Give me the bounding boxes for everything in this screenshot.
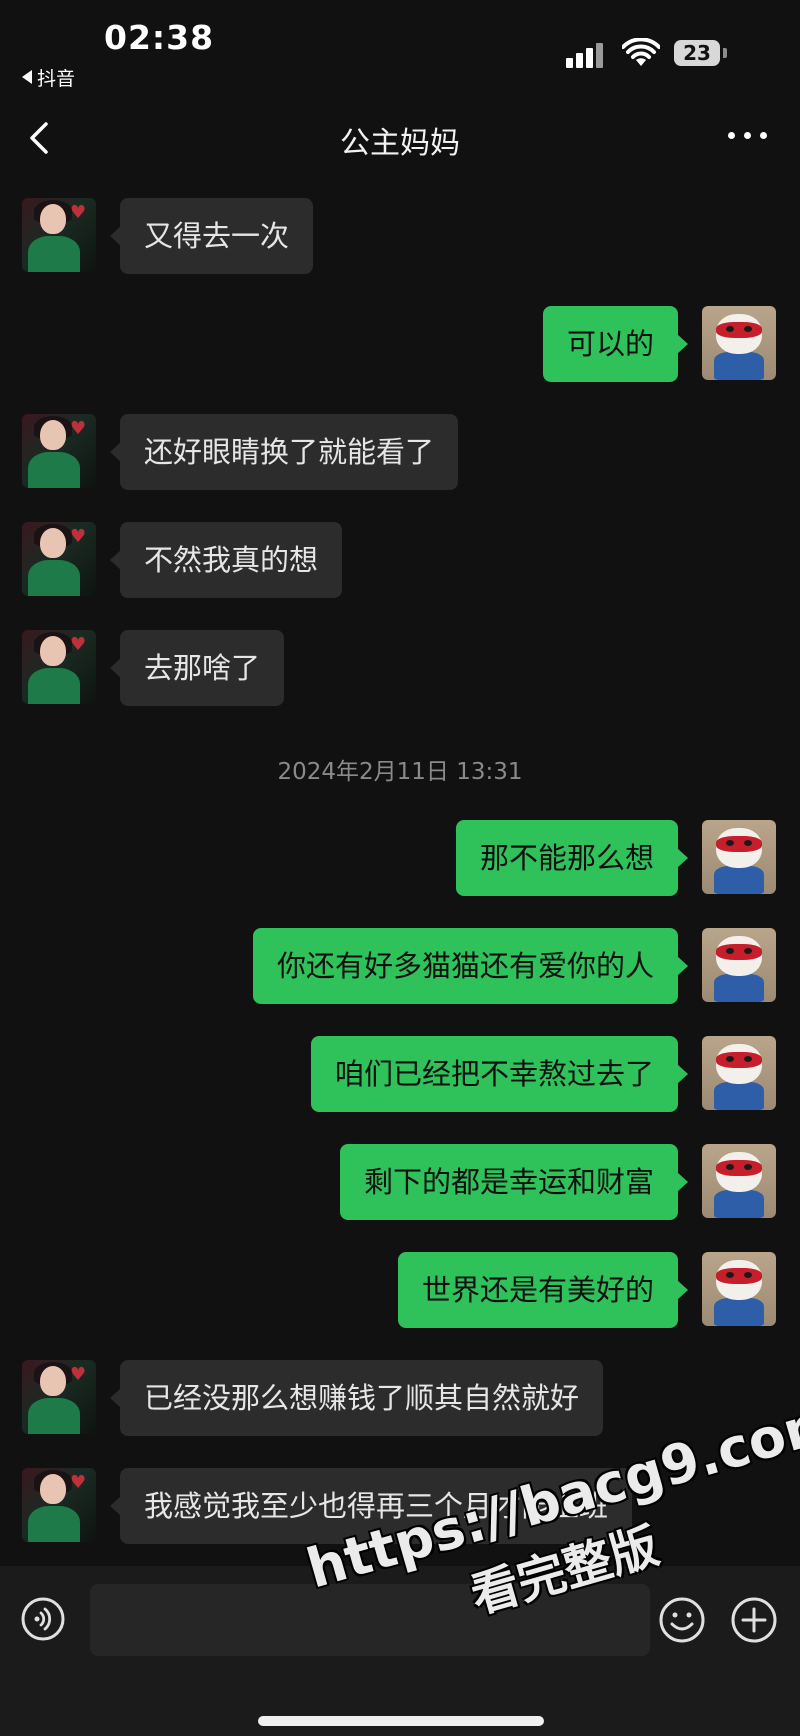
- outgoing-message-bubble[interactable]: 你还有好多猫猫还有爱你的人: [252, 928, 689, 1004]
- contact-avatar[interactable]: ♥: [22, 630, 96, 704]
- status-bar: 02:38 抖音 23: [0, 0, 800, 92]
- signal-icon: [566, 42, 608, 68]
- plus-icon[interactable]: [730, 1596, 778, 1644]
- message-row: 剩下的都是幸运和财富: [0, 1144, 800, 1222]
- back-app-label: 抖音: [37, 68, 76, 90]
- incoming-message-bubble[interactable]: 还好眼睛换了就能看了: [109, 414, 459, 490]
- incoming-message-bubble[interactable]: 我感觉我至少也得再三个月才能上班: [109, 1468, 633, 1544]
- message-row: ♥ 不然我真的想: [0, 522, 800, 600]
- my-avatar[interactable]: [702, 1036, 776, 1110]
- outgoing-message-bubble[interactable]: 咱们已经把不幸熬过去了: [310, 1036, 689, 1112]
- message-row: ♥ 去那啥了: [0, 630, 800, 708]
- back-triangle-icon: [22, 70, 32, 84]
- outgoing-message-bubble[interactable]: 可以的: [542, 306, 689, 382]
- contact-avatar[interactable]: ♥: [22, 1360, 96, 1434]
- emoji-icon[interactable]: [658, 1596, 706, 1644]
- outgoing-message-bubble[interactable]: 那不能那么想: [455, 820, 689, 896]
- message-row: ♥ 我感觉我至少也得再三个月才能上班: [0, 1468, 800, 1546]
- input-bar: [0, 1566, 800, 1736]
- wifi-icon: [622, 38, 660, 66]
- outgoing-message-bubble[interactable]: 剩下的都是幸运和财富: [339, 1144, 689, 1220]
- contact-avatar[interactable]: ♥: [22, 198, 96, 272]
- message-input[interactable]: [90, 1584, 650, 1656]
- contact-avatar[interactable]: ♥: [22, 1468, 96, 1542]
- contact-avatar[interactable]: ♥: [22, 522, 96, 596]
- home-indicator: [258, 1716, 544, 1726]
- my-avatar[interactable]: [702, 820, 776, 894]
- status-time: 02:38: [104, 18, 215, 57]
- chat-header: 公主妈妈: [0, 92, 800, 182]
- chat-title: 公主妈妈: [340, 126, 460, 161]
- message-row: ♥ 已经没那么想赚钱了顺其自然就好: [0, 1360, 800, 1438]
- incoming-message-bubble[interactable]: 已经没那么想赚钱了顺其自然就好: [109, 1360, 604, 1436]
- incoming-message-bubble[interactable]: 去那啥了: [109, 630, 285, 706]
- message-row: 那不能那么想: [0, 820, 800, 898]
- battery-tip: [723, 48, 727, 58]
- message-row: 咱们已经把不幸熬过去了: [0, 1036, 800, 1114]
- outgoing-message-bubble[interactable]: 世界还是有美好的: [397, 1252, 689, 1328]
- incoming-message-bubble[interactable]: 又得去一次: [109, 198, 314, 274]
- my-avatar[interactable]: [702, 1144, 776, 1218]
- message-row: ♥ 还好眼睛换了就能看了: [0, 414, 800, 492]
- my-avatar[interactable]: [702, 306, 776, 380]
- message-row: 你还有好多猫猫还有爱你的人: [0, 928, 800, 1006]
- incoming-message-bubble[interactable]: 不然我真的想: [109, 522, 343, 598]
- message-timestamp: 2024年2月11日 13:31: [277, 759, 523, 785]
- message-row: 可以的: [0, 306, 800, 384]
- battery-icon: 23: [674, 40, 720, 66]
- my-avatar[interactable]: [702, 928, 776, 1002]
- contact-avatar[interactable]: ♥: [22, 414, 96, 488]
- message-row: 世界还是有美好的: [0, 1252, 800, 1330]
- voice-icon[interactable]: [20, 1596, 66, 1642]
- my-avatar[interactable]: [702, 1252, 776, 1326]
- back-to-app-link[interactable]: 抖音: [22, 64, 75, 91]
- message-row: ♥ 又得去一次: [0, 198, 800, 276]
- more-icon[interactable]: [728, 132, 768, 144]
